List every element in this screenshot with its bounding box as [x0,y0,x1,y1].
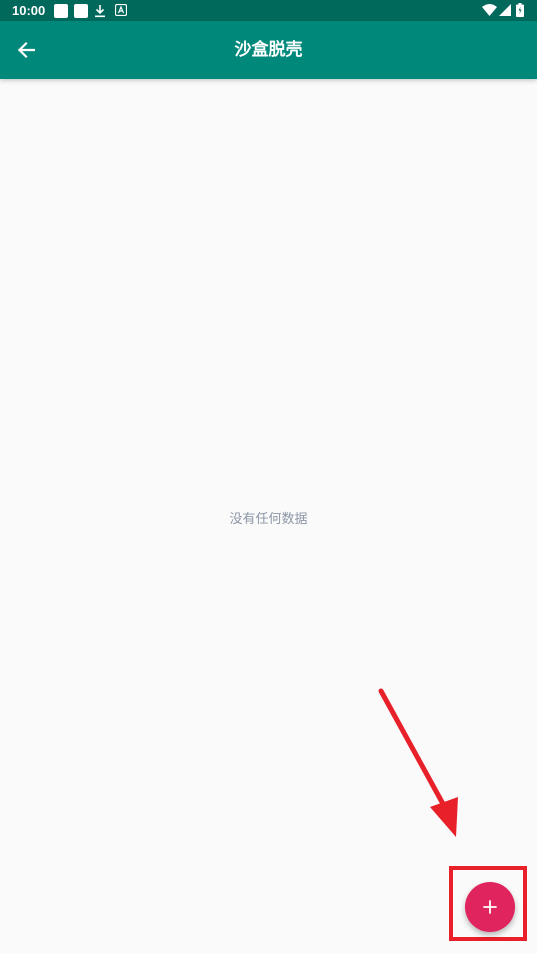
back-button[interactable] [6,30,46,70]
status-time: 10:00 [12,3,46,18]
add-fab-button[interactable] [465,882,515,932]
arrow-back-icon [17,41,35,59]
download-icon [95,5,105,18]
notification-square-icon [74,4,88,18]
battery-icon [516,3,524,17]
screen: 10:00 沙盒脱壳 没有任何数据 [0,0,537,954]
notification-square-icon [54,4,68,18]
annotation-arrow-icon [378,688,458,837]
signal-icon [499,4,511,16]
status-bar: 10:00 [0,0,537,21]
wifi-icon [482,4,497,16]
plus-icon [483,900,497,914]
app-notification-icon [115,4,127,16]
empty-state-message: 没有任何数据 [229,512,308,527]
app-bar: 沙盒脱壳 [0,21,537,79]
page-title: 沙盒脱壳 [234,40,303,60]
